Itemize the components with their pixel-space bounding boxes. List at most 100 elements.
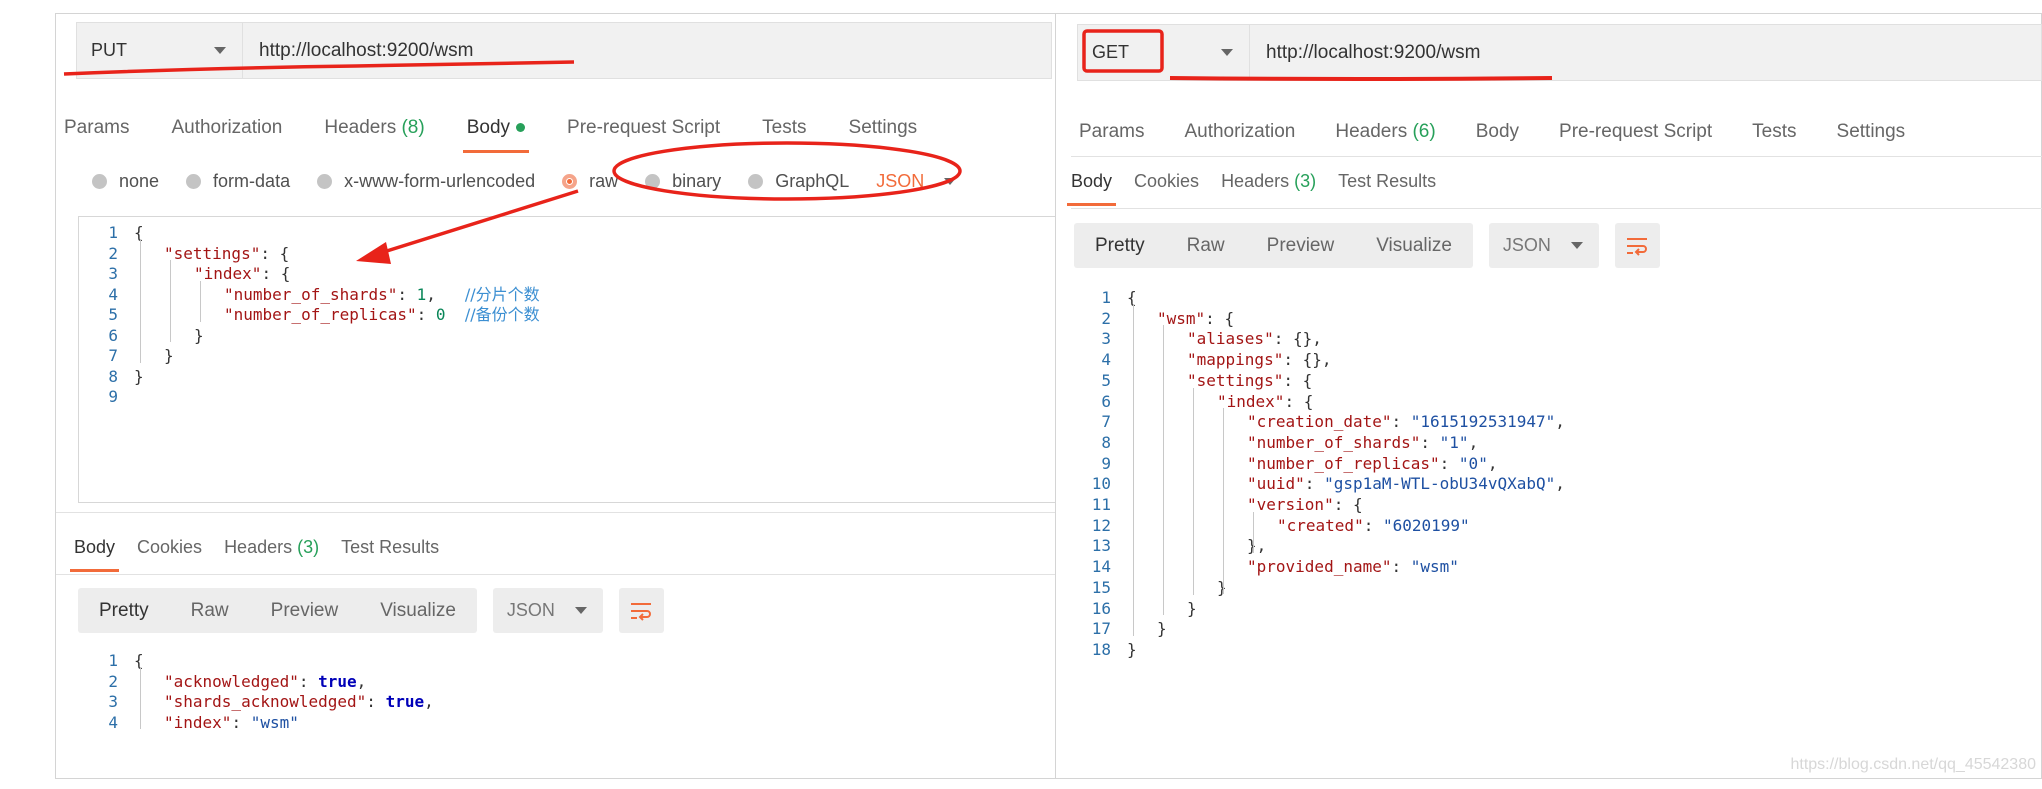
tab-authorization[interactable]: Authorization <box>171 117 282 139</box>
radio-circle-icon <box>562 174 578 189</box>
tab-label: Body <box>1071 171 1113 191</box>
tab-headers[interactable]: Headers (8) <box>324 117 424 139</box>
radio-form-data[interactable]: form-data <box>186 171 290 192</box>
wrap-icon <box>631 602 652 621</box>
view-pretty-button[interactable]: Pretty <box>78 588 170 633</box>
format-select[interactable]: JSON <box>492 588 603 633</box>
response-body-code: 1{2 "wsm": {3 "aliases": {}, 4 "mappings": {… <box>1071 282 2042 772</box>
tab-label: Settings <box>848 117 918 138</box>
body-mode-radios: none form-data x-www-form-urlencoded raw bin… <box>92 171 957 192</box>
tab-test-results[interactable]: Test Results <box>1338 171 1436 192</box>
indent-guide <box>1133 304 1134 636</box>
wrap-lines-button[interactable] <box>618 588 664 633</box>
radio-binary[interactable]: binary <box>645 171 721 192</box>
tab-headers[interactable]: Headers (6) <box>1335 121 1435 143</box>
tab-label: Body <box>74 537 116 557</box>
tab-body[interactable]: Body <box>70 537 120 572</box>
view-visualize-button[interactable]: Visualize <box>359 588 477 633</box>
tab-tests[interactable]: Tests <box>762 117 806 139</box>
radio-circle-icon <box>92 174 107 189</box>
tab-label: Headers <box>224 537 293 557</box>
tab-cookies[interactable]: Cookies <box>137 537 202 558</box>
tab-label: Body <box>1475 121 1520 142</box>
tab-label: Headers <box>1221 171 1290 191</box>
tab-params[interactable]: Params <box>1079 121 1144 143</box>
tab-cookies[interactable]: Cookies <box>1134 171 1199 192</box>
radio-label: binary <box>672 171 722 191</box>
left-postman-pane: PUT http://localhost:9200/wsm Params Auth… <box>56 14 1056 778</box>
tab-label: Pre-request Script <box>1559 121 1713 142</box>
tab-count: (3) <box>1294 171 1317 191</box>
indent-guide <box>1253 511 1254 554</box>
tab-params[interactable]: Params <box>64 117 129 139</box>
tab-count: (8) <box>401 117 425 138</box>
active-tab-underline <box>1067 203 1117 206</box>
radio-label: none <box>119 171 160 191</box>
tab-headers[interactable]: Headers (3) <box>224 537 319 558</box>
divider <box>56 512 1055 513</box>
url-input[interactable]: http://localhost:9200/wsm <box>243 23 1051 78</box>
tab-body[interactable]: Body <box>462 117 530 153</box>
code-line: 9 <box>78 383 1055 410</box>
tab-authorization[interactable]: Authorization <box>1184 121 1295 143</box>
method-select[interactable]: GET <box>1078 25 1250 80</box>
format-label: JSON <box>1502 235 1551 255</box>
response-tabs: Body Cookies Headers (3) Test Results <box>1067 171 1458 206</box>
radio-none[interactable]: none <box>92 171 159 192</box>
code-token: } <box>1127 639 1137 659</box>
format-select[interactable]: JSON <box>876 171 957 192</box>
radio-graphql[interactable]: GraphQL <box>748 171 849 192</box>
method-label: PUT <box>91 40 127 60</box>
radio-x-www-form-urlencoded[interactable]: x-www-form-urlencoded <box>317 171 535 192</box>
radio-label: form-data <box>213 171 291 191</box>
wrap-lines-button[interactable] <box>1614 223 1660 268</box>
indent-guide <box>140 667 141 729</box>
view-visualize-button[interactable]: Visualize <box>1355 223 1473 268</box>
view-raw-button[interactable]: Raw <box>1166 223 1246 268</box>
tab-label: Cookies <box>137 537 203 557</box>
view-mode-group: Pretty Raw Preview Visualize <box>78 588 477 633</box>
tab-label: Params <box>1079 121 1145 142</box>
chevron-down-icon <box>214 47 226 54</box>
tab-settings[interactable]: Settings <box>849 117 918 139</box>
code-text: } <box>1127 636 1137 663</box>
tab-body[interactable]: Body <box>1476 121 1519 143</box>
view-preview-button[interactable]: Preview <box>250 588 360 633</box>
view-pretty-button[interactable]: Pretty <box>1074 223 1166 268</box>
method-select[interactable]: PUT <box>77 23 243 78</box>
indent-guide <box>200 280 201 322</box>
json-key: "index" <box>164 712 232 732</box>
request-url-bar: GET http://localhost:9200/wsm <box>1077 24 2042 81</box>
tab-label: Test Results <box>1338 171 1437 191</box>
url-input[interactable]: http://localhost:9200/wsm <box>1250 25 2041 80</box>
active-tab-underline <box>70 569 120 572</box>
tab-pre-request-script[interactable]: Pre-request Script <box>567 117 720 139</box>
tab-label: Tests <box>1752 121 1797 142</box>
code-line: 18} <box>1071 636 2042 663</box>
divider <box>1071 208 2042 209</box>
tab-label: Headers <box>324 117 397 138</box>
screenshot-frame: PUT http://localhost:9200/wsm Params Auth… <box>55 13 2042 779</box>
tab-headers[interactable]: Headers (3) <box>1221 171 1316 192</box>
radio-raw[interactable]: raw <box>562 171 618 192</box>
tab-label: Authorization <box>1184 121 1296 142</box>
tab-label: Pre-request Script <box>567 117 721 138</box>
view-raw-button[interactable]: Raw <box>170 588 250 633</box>
tab-test-results[interactable]: Test Results <box>341 537 439 558</box>
radio-label: raw <box>589 171 619 191</box>
view-mode-group: Pretty Raw Preview Visualize <box>1074 223 1473 268</box>
tab-settings[interactable]: Settings <box>1837 121 1906 143</box>
tab-pre-request-script[interactable]: Pre-request Script <box>1559 121 1712 143</box>
chevron-down-icon <box>1570 242 1583 249</box>
indent-guide <box>1163 325 1164 616</box>
view-preview-button[interactable]: Preview <box>1246 223 1356 268</box>
format-select[interactable]: JSON <box>1488 223 1599 268</box>
divider <box>1071 156 2042 157</box>
tab-label: Test Results <box>341 537 440 557</box>
request-tabs: Params Authorization Headers (8) Body Pre-re… <box>64 117 959 153</box>
code-text: "index": "wsm" <box>164 709 299 736</box>
status-dot-icon <box>516 123 526 133</box>
radio-circle-icon <box>645 174 661 189</box>
tab-tests[interactable]: Tests <box>1752 121 1796 143</box>
tab-body[interactable]: Body <box>1067 171 1117 206</box>
